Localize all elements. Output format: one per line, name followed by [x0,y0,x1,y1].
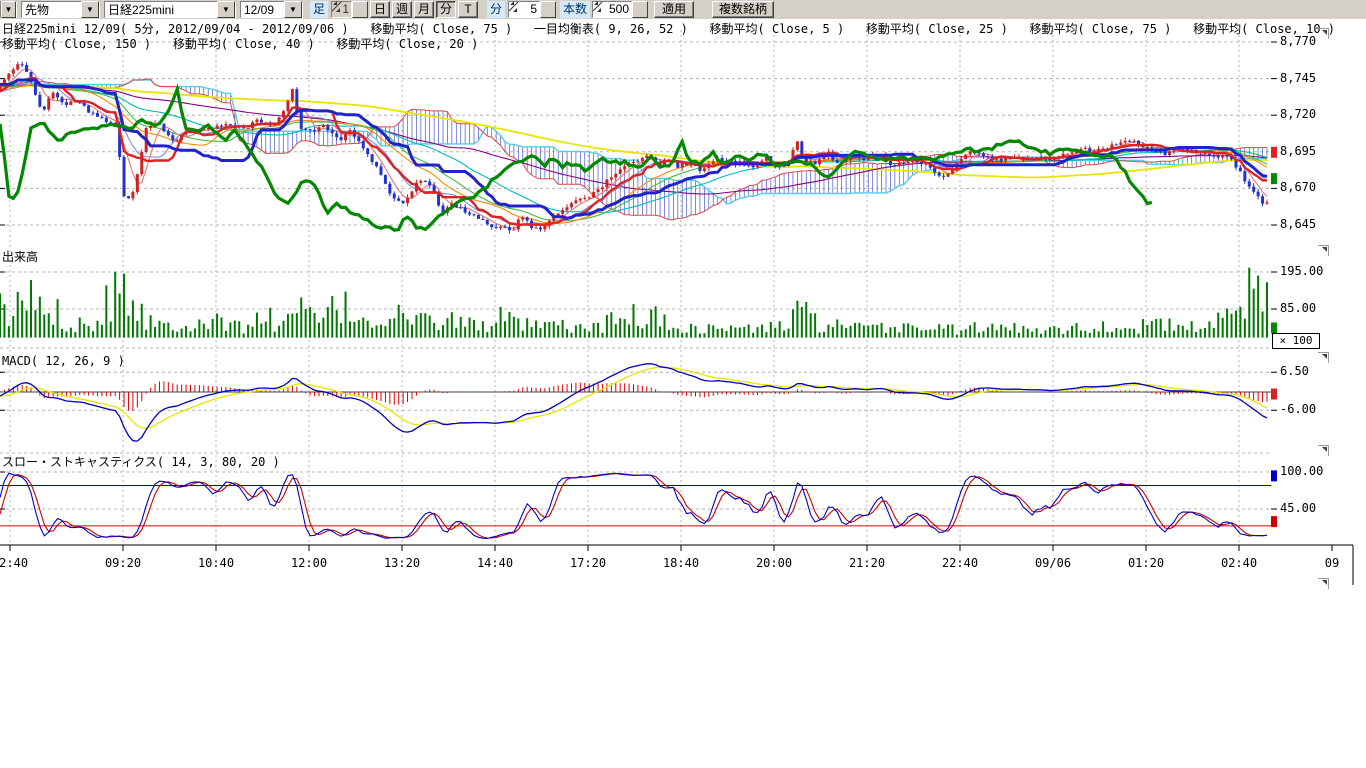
y-axis-label: 100.00 [1280,465,1323,478]
x-axis-label: 09/06 [1035,556,1071,570]
panel-resize-icon[interactable] [1318,245,1329,256]
x-axis-label: 12:00 [291,556,327,570]
x-axis-label: 01:20 [1128,556,1164,570]
y-axis-label: 8,645 [1280,218,1316,231]
y-axis-label: 85.00 [1280,302,1316,315]
y-axis-label: 8,670 [1280,181,1316,194]
chart-header-line2: 移動平均( Close, 150 ) 移動平均( Close, 40 ) 移動平… [2,38,478,51]
macd-panel-title: MACD( 12, 26, 9 ) [2,355,125,368]
panel-resize-icon[interactable] [1318,578,1329,589]
chart-canvas[interactable] [0,0,1366,768]
volume-panel-title: 出来高 [2,251,38,264]
panel-resize-icon[interactable] [1318,445,1329,456]
x-axis-label: 18:40 [663,556,699,570]
x-axis-label: 09:20 [105,556,141,570]
y-axis-label: 6.50 [1280,365,1309,378]
y-axis-label: 8,695 [1280,145,1316,158]
stochastics-panel-title: スロー・ストキャスティクス( 14, 3, 80, 20 ) [2,456,280,469]
x-axis-label: 14:40 [477,556,513,570]
panel-resize-icon[interactable] [1318,352,1329,363]
app-window: ▼ 先物 ▼ 日経225mini ▼ 12/09 ▼ 足 1 日 週 月 分 T… [0,0,1366,768]
y-axis-label: 8,745 [1280,72,1316,85]
x-axis-label: 21:20 [849,556,885,570]
y-axis-label: -6.00 [1280,403,1316,416]
x-axis-label: 10:40 [198,556,234,570]
x-axis-label: 13:20 [384,556,420,570]
chart-header-line1: 日経225mini 12/09( 5分, 2012/09/04 - 2012/0… [2,23,1335,36]
x-axis-label: 02:40 [1221,556,1257,570]
x-axis-label: 22:40 [942,556,978,570]
y-axis-label: 195.00 [1280,265,1323,278]
x-axis-label: 09 [1325,556,1339,570]
x-axis-label: 17:20 [570,556,606,570]
y-axis-label: 45.00 [1280,502,1316,515]
x-axis-label: 02:40 [0,556,28,570]
y-axis-label: 8,720 [1280,108,1316,121]
x-axis-label: 20:00 [756,556,792,570]
volume-unit-box: × 100 [1272,333,1320,349]
panel-resize-icon[interactable] [1318,28,1329,39]
y-axis-label: 8,770 [1280,35,1316,48]
